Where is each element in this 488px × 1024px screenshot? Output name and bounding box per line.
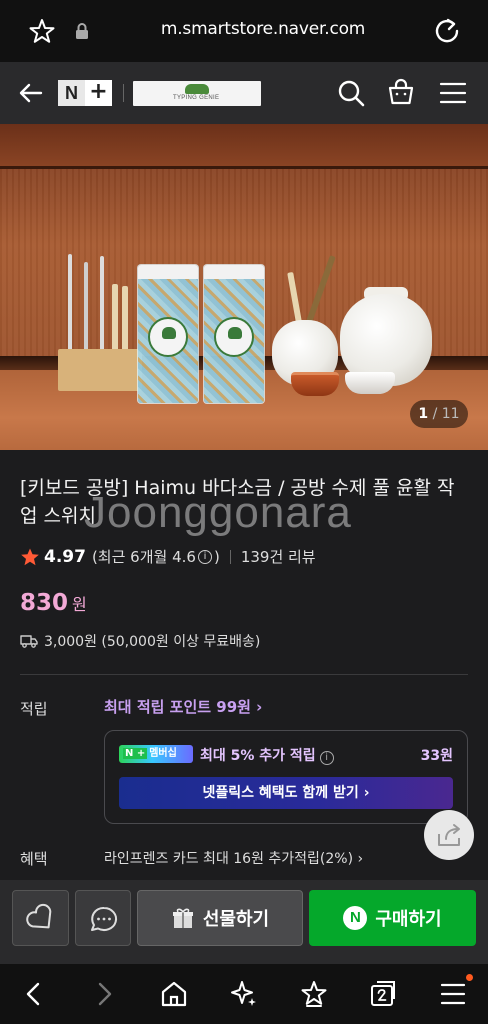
- back-arrow-icon[interactable]: [16, 78, 46, 108]
- tool-holder: [58, 349, 142, 391]
- pager-total: / 11: [432, 406, 460, 422]
- info-icon[interactable]: i: [319, 751, 334, 765]
- switch-jar-right: [203, 264, 265, 404]
- bookmarks-star-icon[interactable]: [299, 979, 329, 1009]
- membership-n-plus: N +: [123, 748, 148, 759]
- gift-icon: [172, 908, 193, 928]
- store-header: N + TYPING GENIE: [0, 62, 488, 124]
- heart-icon: [26, 903, 52, 929]
- shopping-bag-icon[interactable]: [386, 77, 416, 107]
- price-unit: 원: [72, 595, 87, 614]
- sparkle-ai-icon[interactable]: [229, 979, 259, 1009]
- naver-n-mark: N: [58, 80, 85, 106]
- product-title: [키보드 공방] Haimu 바다소금 / 공방 수제 풀 윤활 작업 스위치: [20, 477, 455, 527]
- store-logo-text: TYPING GENIE: [173, 95, 220, 101]
- image-pager: 1 / 11: [410, 400, 468, 428]
- price-value: 830: [20, 590, 69, 616]
- rating-detail-close: ): [213, 547, 220, 566]
- rating-detail: (최근 6개월 4.6: [91, 548, 196, 566]
- forward-icon[interactable]: [89, 979, 119, 1009]
- url-text[interactable]: m.smartstore.naver.com: [120, 19, 406, 39]
- gift-label: 선물하기: [202, 909, 270, 930]
- store-logo-mark: [185, 84, 209, 94]
- lock-icon: [76, 23, 88, 39]
- store-logo[interactable]: TYPING GENIE: [133, 81, 261, 106]
- membership-label: 멤버십: [149, 748, 177, 759]
- rating-star-icon: [21, 548, 39, 565]
- max-rate-label: 최대 5% 추가 적립: [200, 748, 316, 764]
- browser-url-bar: m.smartstore.naver.com: [0, 0, 488, 62]
- benefit-label: 혜택: [20, 850, 48, 868]
- header-divider: [123, 84, 124, 102]
- gift-button[interactable]: 선물하기: [137, 890, 303, 946]
- search-icon[interactable]: [336, 78, 366, 108]
- max-points-link[interactable]: 최대 적립 포인트 99원 ›: [104, 696, 262, 717]
- shipping-text: 3,000원 (50,000원 이상 무료배송): [44, 634, 261, 650]
- rating-separator: [229, 549, 231, 564]
- rating-score: 4.97: [44, 546, 86, 567]
- browser-nav-bar: [0, 964, 488, 1024]
- section-divider: [20, 674, 468, 675]
- naver-plus-mark: +: [85, 80, 112, 106]
- tabs-icon[interactable]: [368, 979, 398, 1009]
- white-cup: [345, 372, 395, 394]
- purchase-action-bar: 선물하기 N 구매하기: [0, 880, 488, 964]
- home-icon[interactable]: [159, 979, 189, 1009]
- max-rate-text: 최대 5% 추가 적립 i: [200, 745, 334, 765]
- talk-button[interactable]: [75, 890, 131, 946]
- back-icon[interactable]: [19, 979, 49, 1009]
- bookmark-star-icon[interactable]: [28, 17, 56, 45]
- shipping-info: 3,000원 (50,000원 이상 무료배송): [20, 631, 260, 651]
- switch-jar-left: [137, 264, 199, 404]
- notification-dot: [466, 974, 473, 981]
- netflix-benefit-button[interactable]: 넷플릭스 혜택도 함께 받기 ›: [119, 777, 453, 809]
- rating-row: 4.97 (최근 6개월 4.6 i ) 139건 리뷰: [20, 546, 316, 567]
- reload-icon[interactable]: [432, 16, 462, 46]
- like-button[interactable]: [12, 890, 69, 946]
- rating-info-icon[interactable]: i: [197, 549, 212, 564]
- orange-cup: [291, 372, 339, 396]
- review-count-link[interactable]: 139건 리뷰: [241, 546, 316, 567]
- chat-bubble-icon: [91, 906, 118, 931]
- naver-pay-n-icon: N: [343, 906, 368, 930]
- card-benefit-link[interactable]: 라인프렌즈 카드 최대 16원 추가적립(2%) ›: [104, 848, 363, 868]
- share-icon: [438, 824, 460, 846]
- membership-badge: N + 멤버십: [119, 745, 193, 763]
- pager-current: 1: [418, 406, 429, 422]
- product-image-carousel[interactable]: 1 / 11: [0, 124, 488, 450]
- points-label: 적립: [20, 700, 48, 718]
- share-button[interactable]: [424, 810, 474, 860]
- naver-plus-logo[interactable]: N +: [58, 80, 112, 106]
- truck-icon: [20, 635, 38, 648]
- buy-label: 구매하기: [375, 909, 442, 930]
- browser-menu-icon[interactable]: [438, 979, 468, 1009]
- product-info: [키보드 공방] Haimu 바다소금 / 공방 수제 풀 윤활 작업 스위치 …: [0, 450, 488, 880]
- points-amount: 33원: [420, 748, 453, 764]
- membership-points-box: N + 멤버십 최대 5% 추가 적립 i 33원 넷플릭스 혜택도 함께 받기 ›: [104, 730, 468, 824]
- hamburger-menu-icon[interactable]: [438, 78, 468, 108]
- price: 830 원: [20, 590, 87, 616]
- buy-button[interactable]: N 구매하기: [309, 890, 476, 946]
